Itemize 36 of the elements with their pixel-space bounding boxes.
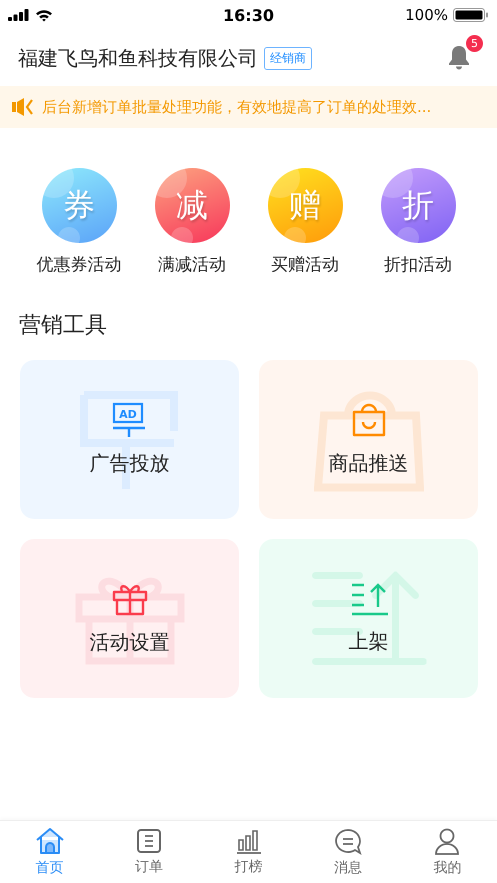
company-name: 福建飞鸟和鱼科技有限公司 (18, 44, 258, 72)
wifi-icon (35, 8, 53, 22)
tab-item[interactable]: 消息 (298, 821, 398, 883)
tool-card[interactable]: AD 广告投放 (20, 360, 239, 519)
tab-item[interactable]: 我的 (398, 821, 497, 883)
card-label: 商品推送 (328, 450, 408, 477)
person-icon (434, 828, 460, 854)
activity-icon[interactable]: 折 (380, 168, 456, 243)
tab-item[interactable]: 打榜 (198, 821, 298, 883)
activity-label[interactable]: 买赠活动 (271, 253, 339, 276)
battery-percent: 100% (405, 6, 448, 24)
activity-label[interactable]: 优惠券活动 (36, 253, 122, 276)
notification-badge: 5 (466, 35, 483, 52)
notification-bell-icon[interactable] (447, 44, 471, 70)
tab-item[interactable]: 首页 (0, 821, 100, 883)
home-icon (34, 827, 65, 855)
dealer-tag: 经销商 (264, 46, 312, 70)
tool-card[interactable]: 活动设置 (20, 539, 239, 698)
activity-label[interactable]: 折扣活动 (384, 253, 452, 276)
shopping-bag-icon (350, 402, 386, 438)
tab-item[interactable]: 订单 (99, 821, 199, 883)
card-label: 活动设置 (90, 629, 170, 656)
section-title: 营销工具 (18, 312, 108, 340)
order-list-icon (136, 828, 162, 854)
card-label: 广告投放 (90, 450, 170, 477)
signal-icon (8, 9, 30, 21)
status-time: 16:30 (223, 6, 274, 24)
activity-label[interactable]: 满减活动 (158, 253, 226, 276)
tool-card[interactable]: 商品推送 (259, 360, 478, 519)
speaker-icon (12, 97, 34, 117)
chat-bubble-icon (334, 828, 362, 854)
tool-card[interactable]: 上架 (259, 539, 478, 698)
list-upload-icon (350, 582, 388, 616)
card-label: 上架 (348, 628, 388, 655)
bar-chart-icon (236, 828, 262, 854)
battery-icon (453, 8, 489, 22)
